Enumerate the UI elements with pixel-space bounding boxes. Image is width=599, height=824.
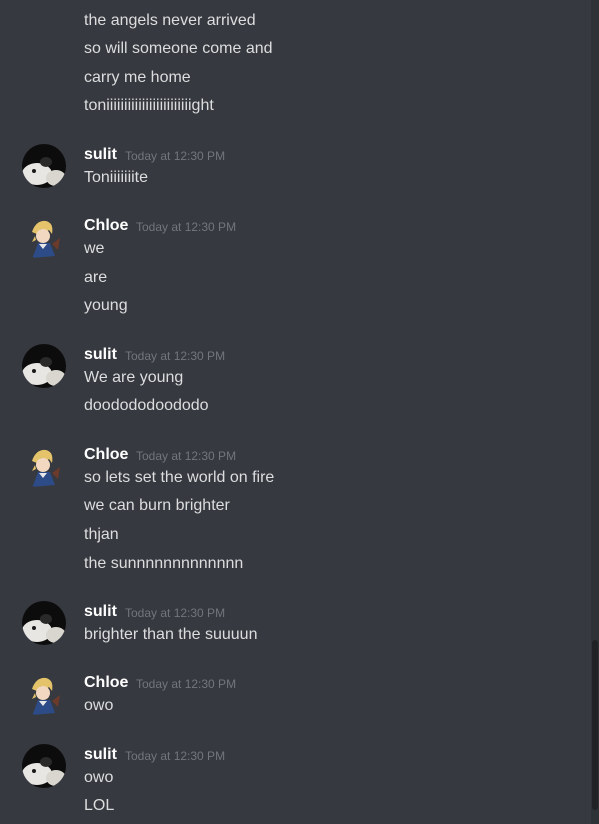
message-text: carry me home [84, 69, 191, 86]
message-text: doodododoododo [84, 397, 209, 414]
message-text: owo [84, 697, 114, 714]
timestamp: Today at 12:30 PM [125, 749, 226, 763]
cat-avatar[interactable] [22, 344, 66, 388]
message-text: toniiiiiiiiiiiiiiiiiiiiiiiight [84, 97, 214, 114]
username[interactable]: Chloe [84, 445, 128, 465]
username[interactable]: sulit [84, 145, 117, 165]
message-text: the sunnnnnnnnnnnnn [84, 555, 244, 572]
timestamp: Today at 12:30 PM [125, 149, 226, 163]
cat-avatar[interactable] [22, 144, 66, 188]
message-text: thjan [84, 526, 119, 543]
username[interactable]: Chloe [84, 673, 128, 693]
username[interactable]: sulit [84, 345, 117, 365]
username[interactable]: sulit [84, 602, 117, 622]
timestamp: Today at 12:30 PM [136, 220, 237, 234]
message-text: so will someone come and [84, 40, 273, 57]
username[interactable]: sulit [84, 745, 117, 765]
scrollbar-thumb[interactable] [592, 640, 598, 810]
message-text: LOL [84, 797, 115, 814]
message-text: we can burn brighter [84, 497, 230, 514]
scrollbar[interactable] [591, 0, 599, 824]
timestamp: Today at 12:30 PM [136, 449, 237, 463]
anime-character-avatar[interactable] [22, 673, 66, 717]
cat-avatar[interactable] [22, 744, 66, 788]
message-text: so lets set the world on fire [84, 469, 275, 486]
message-text: young [84, 297, 128, 314]
message-text: brighter than the suuuun [84, 626, 258, 643]
chat-message-list: the angels never arrived so will someone… [0, 0, 591, 824]
message-text: We are young [84, 369, 184, 386]
message-text: owo [84, 769, 114, 786]
cat-avatar[interactable] [22, 601, 66, 645]
timestamp: Today at 12:30 PM [136, 677, 237, 691]
anime-character-avatar[interactable] [22, 216, 66, 260]
message-text: are [84, 269, 108, 286]
anime-character-avatar[interactable] [22, 445, 66, 489]
message-text: Toniiiiiiite [84, 169, 149, 186]
username[interactable]: Chloe [84, 216, 128, 236]
timestamp: Today at 12:30 PM [125, 349, 226, 363]
message-text: the angels never arrived [84, 12, 256, 29]
timestamp: Today at 12:30 PM [125, 606, 226, 620]
message-text: we [84, 240, 105, 257]
